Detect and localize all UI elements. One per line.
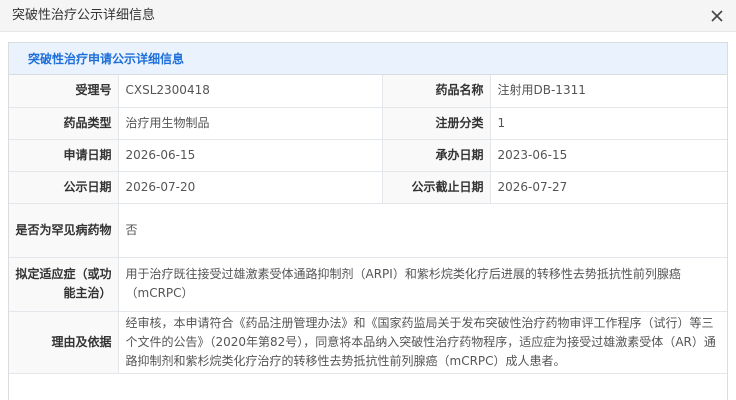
close-icon[interactable] bbox=[708, 7, 726, 25]
acceptance-no-label: 受理号 bbox=[9, 75, 119, 108]
apply-date-value: 2026-06-15 bbox=[117, 138, 383, 172]
publish-date-value: 2026-07-20 bbox=[117, 170, 383, 204]
drug-name-label: 药品名称 bbox=[381, 75, 491, 108]
publish-date-label: 公示日期 bbox=[9, 170, 119, 204]
handle-date-value: 2023-06-15 bbox=[489, 138, 727, 172]
table-row: 申请日期 2026-06-15 承办日期 2023-06-15 bbox=[9, 138, 727, 172]
detail-panel: 突破性治疗申请公示详细信息 受理号 CXSL2300418 药品名称 注射用DB… bbox=[8, 42, 728, 400]
rare-disease-label: 是否为罕见病药物 bbox=[9, 202, 119, 258]
acceptance-no-value: CXSL2300418 bbox=[117, 75, 383, 108]
drug-type-value: 治疗用生物制品 bbox=[117, 106, 383, 140]
table-row: 受理号 CXSL2300418 药品名称 注射用DB-1311 bbox=[9, 75, 727, 108]
dialog-header: 突破性治疗公示详细信息 bbox=[0, 0, 736, 32]
publish-end-value: 2026-07-27 bbox=[489, 170, 727, 204]
table-row: 公示日期 2026-07-20 公示截止日期 2026-07-27 bbox=[9, 170, 727, 204]
table-row: 是否为罕见病药物 否 bbox=[9, 202, 727, 258]
dialog-title: 突破性治疗公示详细信息 bbox=[12, 8, 156, 23]
table-row: 拟定适应症（或功能主治） 用于治疗既往接受过雄激素受体通路抑制剂（ARPI）和紫… bbox=[9, 256, 727, 312]
rare-disease-value: 否 bbox=[117, 202, 727, 258]
reg-class-label: 注册分类 bbox=[381, 106, 491, 140]
drug-type-label: 药品类型 bbox=[9, 106, 119, 140]
indication-label: 拟定适应症（或功能主治） bbox=[9, 256, 119, 312]
table-row: 药品类型 治疗用生物制品 注册分类 1 bbox=[9, 106, 727, 140]
publish-end-label: 公示截止日期 bbox=[381, 170, 491, 204]
drug-name-value: 注射用DB-1311 bbox=[489, 75, 727, 108]
handle-date-label: 承办日期 bbox=[381, 138, 491, 172]
indication-value: 用于治疗既往接受过雄激素受体通路抑制剂（ARPI）和紫杉烷类化疗后进展的转移性去… bbox=[117, 256, 727, 312]
apply-date-label: 申请日期 bbox=[9, 138, 119, 172]
reason-label: 理由及依据 bbox=[9, 310, 119, 374]
detail-table: 受理号 CXSL2300418 药品名称 注射用DB-1311 药品类型 治疗用… bbox=[9, 75, 727, 374]
reason-value: 经审核，本申请符合《药品注册管理办法》和《国家药监局关于发布突破性治疗药物审评工… bbox=[117, 310, 727, 374]
panel-title: 突破性治疗申请公示详细信息 bbox=[9, 43, 727, 75]
table-row: 理由及依据 经审核，本申请符合《药品注册管理办法》和《国家药监局关于发布突破性治… bbox=[9, 310, 727, 374]
reg-class-value: 1 bbox=[489, 106, 727, 140]
